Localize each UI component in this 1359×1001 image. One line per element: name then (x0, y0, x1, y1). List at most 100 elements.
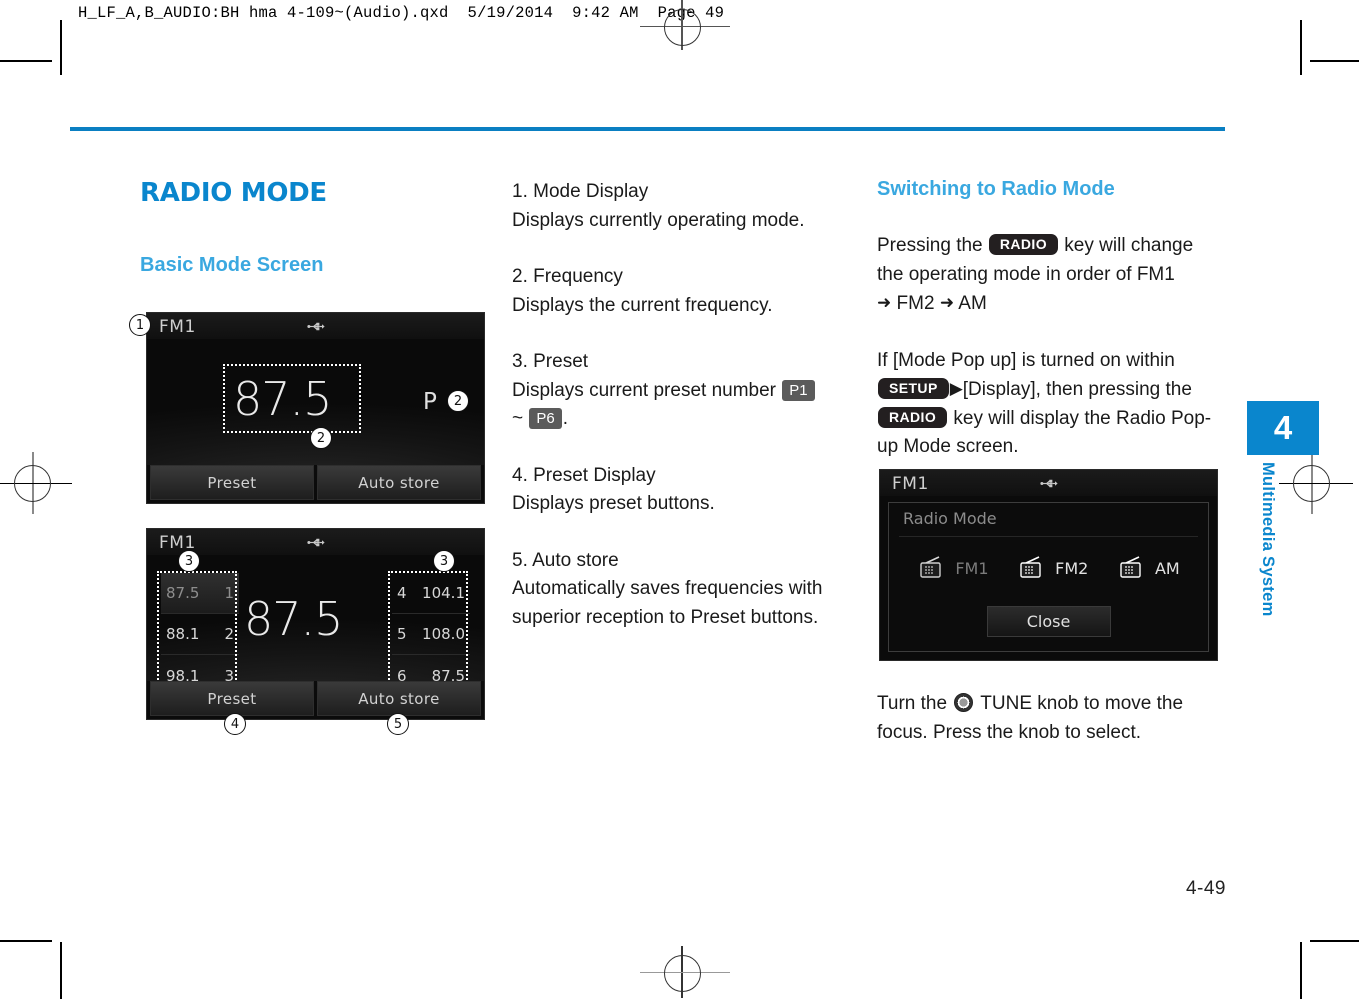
radio-icon (920, 556, 942, 578)
registration-mark-left (0, 440, 80, 520)
callout-3-right: 3 (433, 550, 455, 572)
page-title: RADIO MODE (140, 178, 327, 208)
callout-5: 5 (387, 713, 409, 735)
tune-knob-icon (954, 693, 974, 712)
screen-mode-label: FM1 (159, 317, 196, 337)
callout-2-freq: 2 (310, 427, 332, 449)
p1-line3b: AM (958, 293, 987, 314)
mode-option-am[interactable]: AM (1117, 555, 1180, 581)
p2-mid: [Display], then pressing the (962, 379, 1192, 400)
preset-button[interactable]: Preset (150, 465, 314, 500)
triangle-right-icon: ▶ (949, 379, 963, 398)
item-heading: 2. Frequency (512, 266, 623, 287)
frequency-display: 87.5 (244, 592, 343, 646)
usb-icon (1040, 479, 1058, 488)
p3-pre: Turn the (877, 693, 953, 714)
dialog-title-divider (899, 536, 1198, 537)
screen-radio-popup: FM1 Radio Mode FM1 FM2 AM Close (879, 469, 1218, 661)
screen-button-row: Preset Auto store (147, 681, 484, 719)
item-body-post: . (562, 408, 569, 429)
p1-pre: Pressing the (877, 235, 988, 256)
column-left: RADIO MODE Basic Mode Screen (140, 178, 490, 277)
preset-indicator: P (423, 389, 437, 415)
registration-mark-top (640, 0, 730, 55)
screen-basic-mode: FM1 87.5 P Preset Auto store (146, 312, 485, 504)
section-title-switching: Switching to Radio Mode (877, 178, 1115, 200)
usb-icon (307, 538, 325, 547)
print-header: H_LF_A,B_AUDIO:BH hma 4-109~(Audio).qxd … (78, 4, 725, 22)
subsection-title: Basic Mode Screen (140, 254, 324, 276)
column-right: Switching to Radio Mode Pressing the RAD… (877, 178, 1222, 462)
crop-mark-bottom-right-h (1310, 940, 1359, 942)
screen-button-row: Preset Auto store (147, 465, 484, 503)
item-4: 4. Preset Display Displays preset button… (512, 462, 857, 519)
crop-mark-bottom-left-h (0, 940, 52, 942)
radio-mode-dialog: Radio Mode FM1 FM2 AM Close (888, 502, 1209, 652)
column-middle: 1. Mode Display Displays currently opera… (512, 178, 857, 632)
item-body: Displays currently operating mode. (512, 209, 805, 231)
mode-option-label: AM (1154, 558, 1180, 578)
close-button[interactable]: Close (986, 606, 1111, 637)
chapter-tab: 4 (1247, 401, 1319, 455)
crop-mark-bottom-right-v (1300, 942, 1302, 999)
item-body-mid: ~ (512, 408, 529, 429)
preset-left-highlight-box (157, 571, 237, 683)
chapter-label: Multimedia System (1259, 462, 1277, 617)
setup-key-badge: SETUP (878, 378, 949, 399)
item-body: Displays the current frequency. (512, 294, 773, 316)
item-heading: 3. Preset (512, 351, 589, 372)
p2-pre: If [Mode Pop up] is turned on within (877, 349, 1175, 371)
preset-button[interactable]: Preset (150, 681, 314, 716)
frequency-highlight-box (223, 364, 361, 433)
screen-content: 87.5 87.5 1 88.1 2 98.1 3 104.1 4 108.0 … (147, 555, 484, 685)
item-body: Displays current preset number P1 ~ P6. (512, 377, 857, 434)
auto-store-button[interactable]: Auto store (317, 681, 481, 716)
radio-key-badge: RADIO (878, 406, 948, 428)
p1-line3: FM2 (896, 293, 935, 314)
crop-mark-top-left-h (0, 60, 52, 62)
radio-icon (1120, 556, 1141, 578)
crop-mark-top-right-v (1300, 20, 1302, 75)
auto-store-button[interactable]: Auto store (317, 465, 481, 500)
callout-3-left: 3 (178, 550, 200, 572)
mode-option-fm2[interactable]: FM2 (1017, 555, 1088, 581)
mode-option-list: FM1 FM2 AM (889, 555, 1208, 581)
item-heading: 4. Preset Display (512, 464, 656, 486)
item-heading: 5. Auto store (512, 549, 619, 571)
header-rule (70, 127, 1225, 131)
screen-mode-label: FM1 (892, 474, 929, 494)
crop-mark-bottom-left-v (60, 942, 62, 999)
dialog-title: Radio Mode (903, 509, 997, 528)
arrow-icon: ➜ (939, 293, 955, 312)
radio-key-badge: RADIO (988, 234, 1059, 255)
paragraph-1: Pressing the RADIO key will change the o… (877, 232, 1222, 319)
preset-badge-p6: P6 (529, 408, 562, 429)
paragraph-3: Turn the TUNE knob to move the focus. Pr… (877, 690, 1222, 747)
mode-option-label: FM2 (1055, 558, 1089, 578)
manual-page: H_LF_A,B_AUDIO:BH hma 4-109~(Audio).qxd … (0, 0, 1359, 999)
page-number: 4-49 (1185, 878, 1226, 899)
item-heading: 1. Mode Display (512, 181, 649, 202)
item-body: Automatically saves frequencies with sup… (512, 578, 823, 628)
item-5: 5. Auto store Automatically saves freque… (512, 547, 857, 633)
callout-1: 1 (129, 314, 151, 336)
preset-right-highlight-box (388, 571, 468, 683)
paragraph-2: If [Mode Pop up] is turned on within SETU… (877, 347, 1222, 462)
registration-mark-bottom (640, 946, 730, 1001)
item-1: 1. Mode Display Displays currently opera… (512, 178, 857, 235)
item-3: 3. Preset Displays current preset number… (512, 348, 857, 434)
item-body: Displays preset buttons. (512, 493, 715, 514)
crop-mark-top-left-v (60, 20, 62, 75)
item-2: 2. Frequency Displays the current freque… (512, 263, 857, 320)
usb-icon (307, 322, 325, 331)
crop-mark-top-right-h (1310, 60, 1359, 62)
preset-badge-p1: P1 (782, 379, 815, 401)
chapter-number: 4 (1273, 409, 1293, 446)
arrow-icon: ➜ (877, 293, 892, 312)
callout-2-preset: 2 (447, 390, 469, 412)
mode-option-fm1[interactable]: FM1 (917, 555, 989, 581)
callout-4: 4 (224, 713, 246, 735)
radio-icon (1020, 556, 1041, 578)
item-body-pre: Displays current preset number (512, 379, 782, 401)
mode-option-label: FM1 (955, 558, 989, 578)
